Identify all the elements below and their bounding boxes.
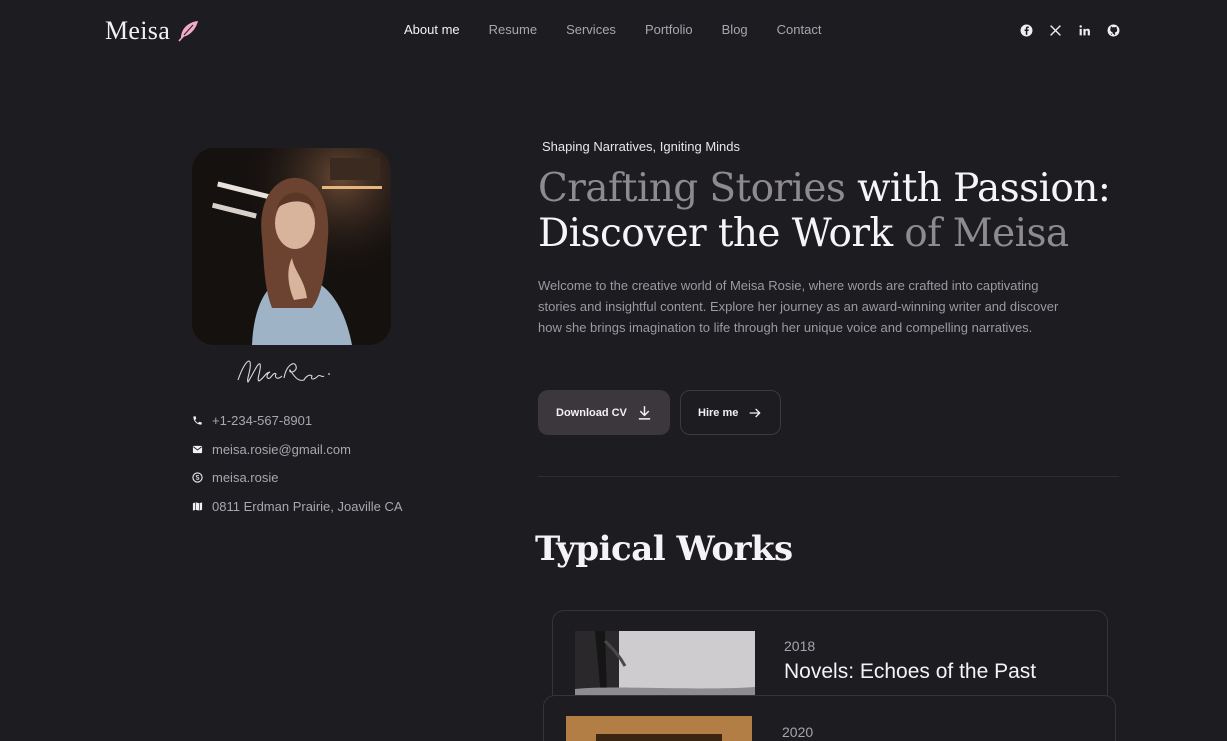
contact-phone[interactable]: +1-234-567-8901	[192, 406, 403, 435]
feather-icon	[178, 21, 199, 42]
contact-email-text: meisa.rosie@gmail.com	[212, 441, 351, 457]
download-cv-label: Download CV	[556, 406, 627, 419]
work-card-image	[575, 631, 755, 696]
nav-blog[interactable]: Blog	[722, 22, 748, 37]
contact-phone-text: +1-234-567-8901	[212, 412, 313, 428]
facebook-icon[interactable]	[1019, 23, 1034, 38]
nav-resume[interactable]: Resume	[489, 22, 537, 37]
profile-photo-illustration	[192, 148, 391, 345]
book-cover-illustration	[566, 716, 752, 741]
work-card-year: 2020	[782, 724, 814, 740]
arrow-right-icon	[747, 405, 763, 421]
profile-photo	[192, 148, 391, 345]
hero-title-part3: of Meisa	[904, 211, 1069, 256]
phone-icon	[192, 415, 203, 426]
contact-list: +1-234-567-8901 meisa.rosie@gmail.com me…	[192, 406, 403, 521]
section-divider	[538, 476, 1119, 477]
map-icon	[192, 501, 203, 512]
hero-title-part1: Crafting Stories	[538, 166, 846, 211]
download-cv-button[interactable]: Download CV	[538, 390, 670, 435]
mail-icon	[192, 444, 203, 455]
hero-tagline: Shaping Narratives, Igniting Minds	[542, 139, 740, 154]
hero-title: Crafting Stories with Passion: Discover …	[538, 166, 1158, 256]
contact-skype[interactable]: meisa.rosie	[192, 463, 403, 492]
work-card-year: 2018	[784, 638, 816, 654]
work-card[interactable]: 2020	[543, 695, 1116, 741]
contact-skype-text: meisa.rosie	[212, 470, 279, 486]
download-icon	[636, 404, 653, 421]
contact-address[interactable]: 0811 Erdman Prairie, Joaville CA	[192, 492, 403, 521]
nav-about-me[interactable]: About me	[404, 22, 460, 37]
work-card-image	[566, 716, 752, 741]
forest-illustration	[575, 631, 755, 696]
works-section-title: Typical Works	[535, 529, 793, 569]
hire-me-label: Hire me	[698, 406, 739, 419]
signature	[237, 360, 330, 383]
linkedin-icon[interactable]	[1077, 23, 1092, 38]
github-icon[interactable]	[1106, 23, 1121, 38]
social-links	[1019, 23, 1121, 38]
skype-icon	[192, 472, 203, 483]
logo[interactable]: Meisa	[105, 16, 200, 46]
logo-text: Meisa	[105, 16, 171, 45]
contact-email[interactable]: meisa.rosie@gmail.com	[192, 435, 403, 464]
hire-me-button[interactable]: Hire me	[680, 390, 781, 435]
work-card-title: Novels: Echoes of the Past	[784, 660, 1037, 683]
nav-portfolio[interactable]: Portfolio	[645, 22, 693, 37]
contact-address-text: 0811 Erdman Prairie, Joaville CA	[212, 498, 403, 514]
hero-description: Welcome to the creative world of Meisa R…	[538, 278, 1059, 335]
nav-services[interactable]: Services	[566, 22, 616, 37]
x-icon[interactable]	[1048, 23, 1063, 38]
nav-contact[interactable]: Contact	[777, 22, 822, 37]
main-nav: About me Resume Services Portfolio Blog …	[404, 22, 850, 37]
